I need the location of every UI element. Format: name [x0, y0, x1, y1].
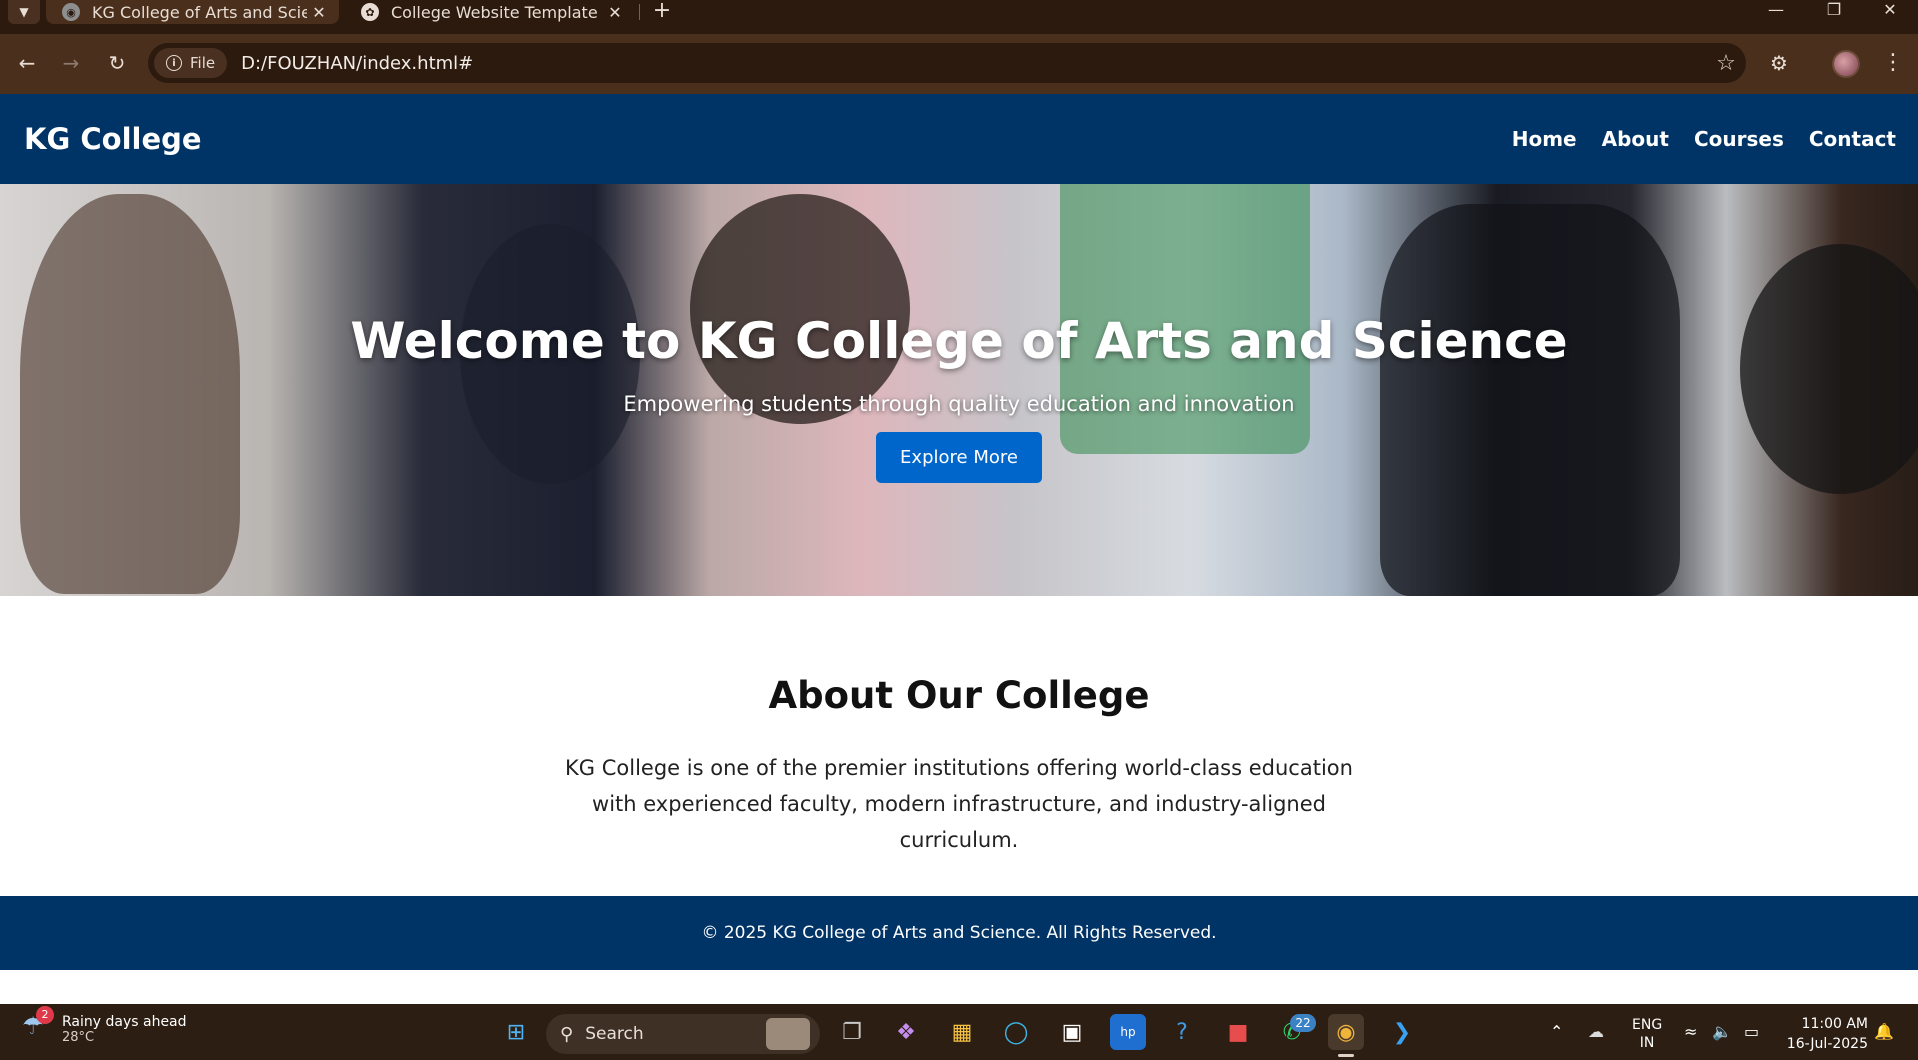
chrome-active-indicator: [1338, 1054, 1354, 1057]
profile-avatar[interactable]: [1832, 50, 1860, 78]
minimize-button[interactable]: —: [1752, 0, 1800, 22]
site-nav: Home About Courses Contact: [1512, 127, 1896, 151]
nav-home[interactable]: Home: [1512, 127, 1577, 151]
hero-content: Welcome to KG College of Arts and Scienc…: [0, 184, 1918, 596]
openai-icon: ✿: [361, 3, 379, 21]
new-tab-button[interactable]: +: [650, 0, 674, 22]
vscode-icon[interactable]: ❯: [1384, 1014, 1420, 1050]
clock[interactable]: 11:00 AM 16-Jul-2025: [1782, 1014, 1868, 1054]
onedrive-icon[interactable]: ☁: [1588, 1022, 1604, 1041]
site-footer: © 2025 KG College of Arts and Science. A…: [0, 896, 1918, 970]
more-menu-icon[interactable]: ⋮: [1878, 48, 1908, 78]
edge-icon[interactable]: ◯: [998, 1014, 1034, 1050]
site-chip-label: File: [190, 54, 216, 72]
forward-arrow-icon[interactable]: →: [56, 48, 86, 78]
help-icon[interactable]: ?: [1164, 1014, 1200, 1050]
weather-badge: 2: [36, 1006, 54, 1024]
taskbar-search[interactable]: ⚲ Search: [546, 1014, 820, 1054]
nav-contact[interactable]: Contact: [1809, 127, 1896, 151]
restore-button[interactable]: ❐: [1810, 0, 1858, 22]
myhp-icon[interactable]: hp: [1110, 1014, 1146, 1050]
footer-text: © 2025 KG College of Arts and Science. A…: [701, 923, 1217, 943]
reload-icon[interactable]: ↻: [102, 48, 132, 78]
browser-toolbar: ← → ↻ i File D:/FOUZHAN/index.html# ☆ ⚙ …: [0, 34, 1918, 94]
nav-about[interactable]: About: [1602, 127, 1669, 151]
clock-time: 11:00 AM: [1801, 1016, 1868, 1032]
weather-headline: Rainy days ahead: [62, 1013, 187, 1030]
about-section: About Our College KG College is one of t…: [0, 596, 1918, 896]
weather-text: Rainy days ahead 28°C: [62, 1014, 187, 1045]
tab-list-icon[interactable]: ▼: [8, 0, 40, 24]
hero-subtitle: Empowering students through quality educ…: [623, 392, 1295, 416]
media-app-icon[interactable]: ■: [1220, 1014, 1256, 1050]
close-icon[interactable]: ✕: [603, 3, 627, 22]
search-highlight-image: [766, 1018, 810, 1050]
about-text: KG College is one of the premier institu…: [565, 756, 1353, 852]
info-icon: i: [166, 55, 182, 71]
hero-section: Welcome to KG College of Arts and Scienc…: [0, 184, 1918, 596]
explore-more-button[interactable]: Explore More: [876, 432, 1042, 483]
whatsapp-badge: 22: [1290, 1014, 1316, 1032]
taskbar: ☂ 2 Rainy days ahead 28°C ⊞ ⚲ Search ❐ ❖…: [0, 1004, 1918, 1060]
chevron-up-icon[interactable]: ⌃: [1550, 1022, 1563, 1041]
store-icon[interactable]: ▣: [1054, 1014, 1090, 1050]
tab-title: College Website Template: [391, 2, 598, 22]
nav-courses[interactable]: Courses: [1694, 127, 1784, 151]
weather-widget[interactable]: ☂ 2 Rainy days ahead 28°C: [22, 1006, 187, 1046]
file-explorer-icon[interactable]: ▦: [944, 1014, 980, 1050]
language-indicator[interactable]: ENG IN: [1632, 1016, 1662, 1052]
close-window-button[interactable]: ✕: [1866, 0, 1914, 22]
tab-title: KG College of Arts and Science: [92, 2, 307, 22]
url-text[interactable]: D:/FOUZHAN/index.html#: [241, 53, 1706, 74]
star-icon[interactable]: ☆: [1706, 51, 1746, 76]
tab-kg-college[interactable]: ◉ KG College of Arts and Science ✕: [46, 0, 339, 24]
hero-title: Welcome to KG College of Arts and Scienc…: [350, 312, 1568, 370]
language-line1: ENG: [1632, 1017, 1663, 1033]
copilot-icon[interactable]: ❖: [888, 1014, 924, 1050]
chrome-icon[interactable]: ◉: [1328, 1014, 1364, 1050]
address-bar[interactable]: i File D:/FOUZHAN/index.html# ☆: [148, 43, 1746, 83]
browser-tab-bar: ▼ ◉ KG College of Arts and Science ✕ ✿ C…: [0, 0, 1918, 34]
search-icon: ⚲: [560, 1023, 574, 1045]
umbrella-icon: ☂ 2: [22, 1006, 56, 1046]
tab-website-template[interactable]: ✿ College Website Template ✕: [345, 0, 635, 24]
volume-icon[interactable]: 🔈: [1712, 1022, 1732, 1041]
weather-temp: 28°C: [62, 1029, 95, 1045]
wifi-icon[interactable]: ≈: [1684, 1022, 1697, 1041]
site-info-chip[interactable]: i File: [154, 48, 228, 78]
battery-icon[interactable]: ▭: [1744, 1022, 1759, 1041]
site-logo[interactable]: KG College: [24, 122, 202, 156]
about-title: About Our College: [768, 674, 1150, 717]
back-arrow-icon[interactable]: ←: [12, 48, 42, 78]
language-line2: IN: [1639, 1035, 1655, 1051]
notification-bell-icon[interactable]: 🔔: [1874, 1022, 1894, 1041]
tab-divider: [639, 4, 640, 20]
extensions-icon[interactable]: ⚙: [1764, 48, 1794, 78]
task-view-icon[interactable]: ❐: [834, 1014, 870, 1050]
globe-icon: ◉: [62, 3, 80, 21]
windows-start-icon[interactable]: ⊞: [498, 1014, 534, 1050]
clock-date: 16-Jul-2025: [1786, 1036, 1868, 1052]
taskbar-search-label: Search: [585, 1024, 644, 1044]
site-header: KG College Home About Courses Contact: [0, 94, 1918, 184]
close-icon[interactable]: ✕: [307, 3, 331, 22]
